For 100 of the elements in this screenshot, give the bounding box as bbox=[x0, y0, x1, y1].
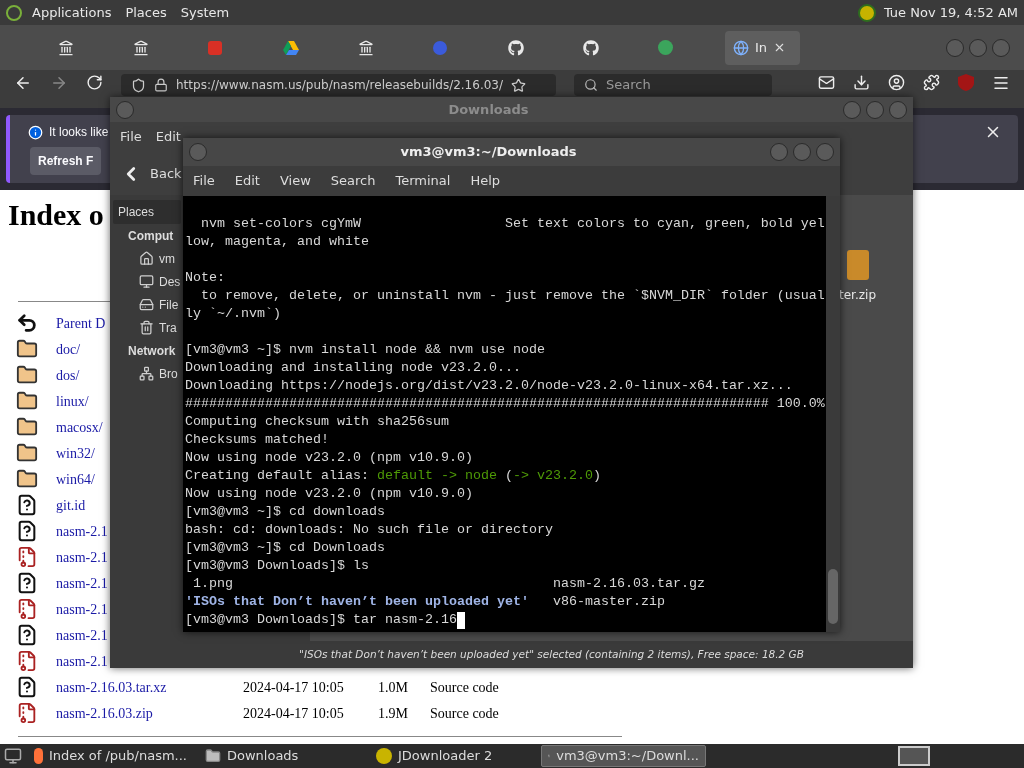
lock-icon bbox=[154, 78, 168, 92]
cat-logo-icon bbox=[583, 39, 599, 56]
file-link[interactable]: nasm-2.1 bbox=[56, 624, 108, 646]
sidebar-item[interactable]: Des bbox=[113, 270, 181, 293]
sidebar-section-title: Comput bbox=[127, 227, 174, 245]
menu-item[interactable]: Terminal bbox=[395, 171, 451, 191]
star-icon[interactable] bbox=[511, 77, 527, 93]
terminal-line: Downloading and installing node v23.2.0... bbox=[185, 359, 521, 377]
terminal-line: Creating default alias: default -> node (-> v23.2.0) bbox=[185, 467, 601, 485]
building-icon bbox=[133, 39, 149, 56]
menu-icon[interactable] bbox=[992, 74, 1010, 92]
tray-icon[interactable] bbox=[857, 3, 876, 22]
building-icon bbox=[358, 39, 374, 56]
file-link[interactable]: win32/ bbox=[56, 442, 95, 464]
file-link[interactable]: nasm-2.16.03.tar.xz bbox=[56, 676, 167, 698]
forward-icon[interactable] bbox=[50, 74, 68, 92]
account-icon[interactable] bbox=[888, 74, 905, 91]
folder-icon bbox=[16, 364, 38, 386]
file-tile[interactable]: ter.zip bbox=[839, 250, 876, 304]
menu-item[interactable]: Edit bbox=[234, 171, 260, 191]
taskbar-item[interactable]: JDownloader 2 bbox=[370, 745, 535, 767]
scrollbar[interactable] bbox=[826, 196, 840, 632]
taskbar-item[interactable]: Index of /pub/nasm... bbox=[28, 745, 193, 767]
sidebar-item[interactable]: Tra bbox=[113, 316, 177, 339]
file-size: 1.9M bbox=[378, 704, 409, 723]
file-link[interactable]: nasm-2.1 bbox=[56, 520, 108, 542]
file-link[interactable]: doc/ bbox=[56, 338, 81, 360]
back-button[interactable]: Back bbox=[120, 162, 182, 185]
terminal-line: 'ISOs that Don’t haven’t been uploaded yet' v86-master.zip bbox=[185, 593, 665, 611]
system-logo-icon[interactable] bbox=[6, 4, 22, 21]
file-link[interactable]: Parent D bbox=[56, 312, 106, 334]
panel-menu[interactable]: Places bbox=[125, 2, 167, 23]
info-icon bbox=[28, 124, 43, 140]
archive-file-icon bbox=[16, 598, 38, 620]
sidebar-item[interactable]: File bbox=[113, 293, 179, 316]
reload-icon[interactable] bbox=[86, 74, 103, 91]
folder-icon bbox=[16, 416, 38, 438]
folder-icon bbox=[205, 748, 221, 764]
show-desktop-icon[interactable] bbox=[4, 747, 22, 765]
taskbar-item[interactable]: Downloads bbox=[199, 745, 364, 767]
terminal-prompt: [vm3@vm3 Downloads]$ tar nasm-2.16 bbox=[185, 611, 457, 629]
places-dropdown[interactable]: Places bbox=[113, 200, 181, 224]
url-text: https://www.nasm.us/pub/nasm/releasebuilds/2.16.03/ bbox=[176, 77, 504, 94]
sidebar-item[interactable]: vm bbox=[113, 247, 175, 270]
file-link[interactable]: win64/ bbox=[56, 468, 95, 490]
file-description: Source code bbox=[430, 704, 499, 723]
modified-date: 2024-04-17 10:05 bbox=[243, 678, 345, 697]
clock[interactable]: Tue Nov 19, 4:52 AM bbox=[883, 2, 1018, 23]
menu-item[interactable]: Edit bbox=[155, 127, 181, 147]
scrollbar-thumb[interactable] bbox=[828, 569, 838, 624]
file-link[interactable]: linux/ bbox=[56, 390, 89, 412]
mail-icon[interactable] bbox=[818, 74, 835, 91]
zip-file-icon bbox=[846, 250, 869, 280]
file-link[interactable]: nasm-2.1 bbox=[56, 598, 108, 620]
globe-icon bbox=[733, 39, 749, 56]
back-icon[interactable] bbox=[14, 74, 32, 92]
terminal-line: Now using node v23.2.0 (npm v10.9.0) bbox=[185, 449, 473, 467]
terminal-line: [vm3@vm3 ~]$ cd downloads bbox=[185, 503, 385, 521]
terminal-line: [vm3@vm3 ~]$ nvm install node && nvm use node bbox=[185, 341, 545, 359]
archive-file-icon bbox=[16, 702, 38, 724]
file-link[interactable]: nasm-2.1 bbox=[56, 546, 108, 568]
refresh-button[interactable]: Refresh F bbox=[30, 147, 102, 175]
folder-icon bbox=[16, 338, 38, 360]
file-link[interactable]: nasm-2.1 bbox=[56, 572, 108, 594]
folder-icon bbox=[16, 390, 38, 412]
download-icon[interactable] bbox=[853, 74, 870, 91]
file-link[interactable]: macosx/ bbox=[56, 416, 103, 438]
menu-item[interactable]: View bbox=[279, 171, 311, 191]
monitor-icon bbox=[139, 274, 154, 289]
terminal-line: 1.png nasm-2.16.03.tar.gz bbox=[192, 575, 705, 593]
panel-menu[interactable]: System bbox=[180, 2, 230, 23]
folder-icon bbox=[16, 442, 38, 464]
url-field[interactable]: https://www.nasm.us/pub/nasm/releasebuilds/2.16.03/ bbox=[121, 74, 556, 96]
home-icon bbox=[139, 251, 154, 266]
dot-logo-icon bbox=[433, 40, 447, 55]
file-link[interactable]: nasm-2.16.03.zip bbox=[56, 702, 153, 724]
taskbar-item[interactable]: vm3@vm3:~/Downl... bbox=[541, 745, 706, 767]
menu-item[interactable]: File bbox=[120, 127, 142, 147]
trash-icon bbox=[139, 320, 154, 335]
modified-date: 2024-04-17 10:05 bbox=[243, 704, 345, 723]
extensions-icon[interactable] bbox=[923, 74, 940, 91]
page-heading: Index o bbox=[8, 197, 104, 233]
archive-file-icon bbox=[16, 546, 38, 568]
question-file-icon bbox=[16, 494, 38, 516]
question-file-icon bbox=[16, 572, 38, 594]
workspace-switcher-icon[interactable] bbox=[898, 746, 930, 766]
status-text: "ISOs that Don’t haven’t been uploaded yet" selected (containing 2 items), Free space: 18.2 GB bbox=[299, 646, 804, 662]
terminal-line: bash: cd: downloads: No such file or directory bbox=[185, 521, 553, 539]
sidebar-item[interactable]: Bro bbox=[113, 362, 178, 385]
file-link[interactable]: git.id bbox=[56, 494, 86, 516]
panel-menu[interactable]: Applications bbox=[32, 2, 112, 23]
building-icon bbox=[58, 39, 74, 56]
menu-item[interactable]: Search bbox=[330, 171, 376, 191]
question-file-icon bbox=[16, 624, 38, 646]
file-link[interactable]: dos/ bbox=[56, 364, 80, 386]
menu-item[interactable]: Help bbox=[470, 171, 501, 191]
menu-item[interactable]: File bbox=[193, 171, 215, 191]
search-field[interactable]: Search bbox=[574, 74, 772, 96]
file-link[interactable]: nasm-2.1 bbox=[56, 650, 108, 672]
browser-tab[interactable]: In bbox=[725, 30, 800, 65]
